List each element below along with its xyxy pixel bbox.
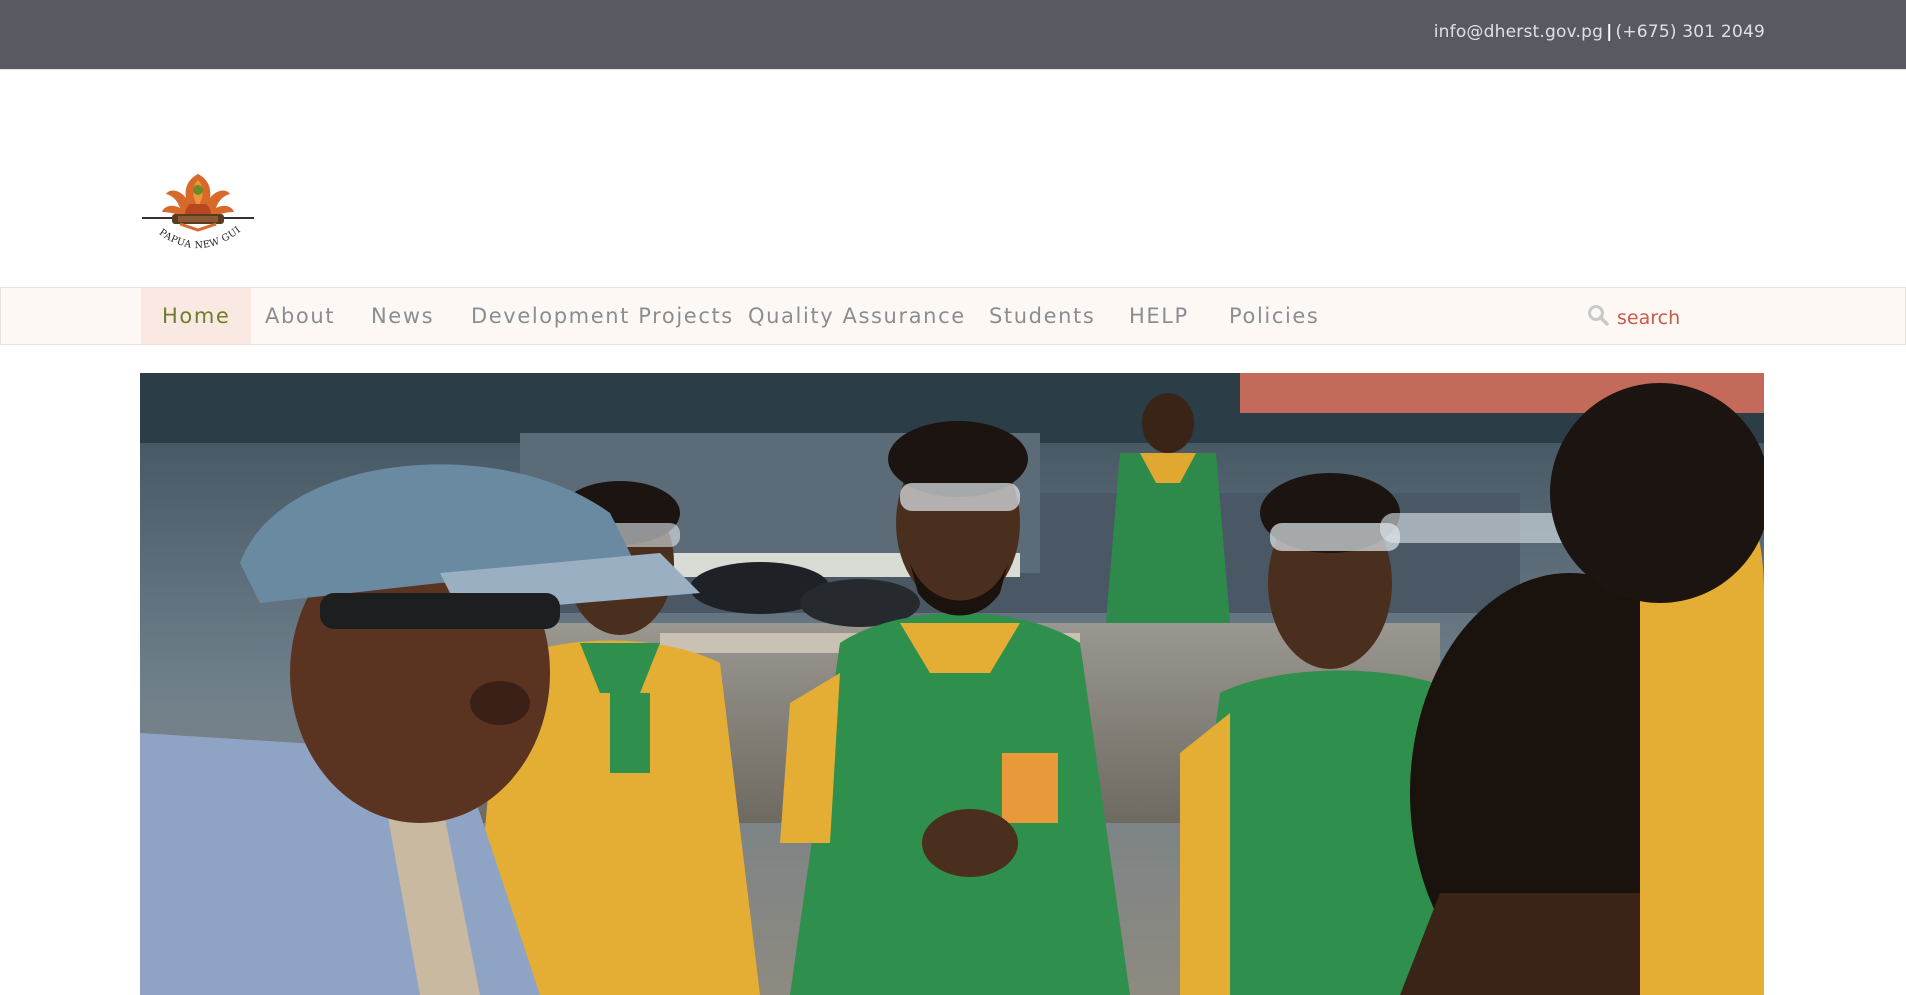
contact-phone[interactable]: (+675) 301 2049 [1616, 22, 1765, 42]
search-box [1587, 296, 1787, 338]
main-navigation: Home About News Development Projects Qua… [0, 287, 1906, 345]
nav-item-home[interactable]: Home [141, 288, 252, 344]
nav-item-policies[interactable]: Policies [1229, 288, 1319, 344]
nav-item-quality-assurance[interactable]: Quality Assurance [748, 288, 966, 344]
nav-item-help[interactable]: HELP [1129, 288, 1189, 344]
contact-email[interactable]: info@dherst.gov.pg [1434, 22, 1603, 42]
nav-item-news[interactable]: News [371, 288, 434, 344]
nav-item-students[interactable]: Students [989, 288, 1095, 344]
top-contact-bar: info@dherst.gov.pg | (+675) 301 2049 [0, 0, 1906, 70]
contact-separator: | [1606, 22, 1613, 42]
hero-photo-students-workshop [140, 373, 1764, 995]
png-national-emblem-icon: PAPUA NEW GUINEA [135, 160, 254, 251]
nav-item-development-projects[interactable]: Development Projects [471, 288, 734, 344]
site-logo[interactable]: PAPUA NEW GUINEA [135, 160, 256, 258]
hero-image [140, 373, 1764, 995]
contact-info: info@dherst.gov.pg | (+675) 301 2049 [1434, 22, 1765, 42]
search-input[interactable] [1617, 300, 1777, 336]
search-icon[interactable] [1587, 304, 1609, 326]
nav-item-about[interactable]: About [265, 288, 335, 344]
